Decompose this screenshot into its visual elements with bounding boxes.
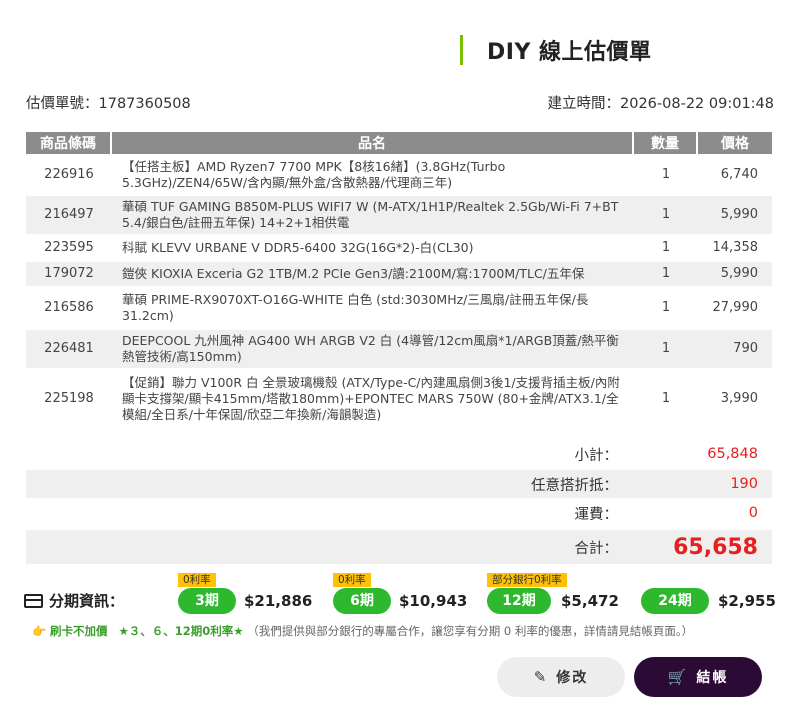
installment-amount: $21,886 <box>244 592 313 610</box>
installment-amount: $10,943 <box>399 592 468 610</box>
promo-note: 👉 刷卡不加價 ★３、６、12期0利率★ （我們提供與部分銀行的專屬合作，讓您享… <box>32 623 693 639</box>
table-row: 216497 華碩 TUF GAMING B850M-PLUS WIFI7 W … <box>26 196 772 234</box>
item-qty: 1 <box>634 196 698 234</box>
item-qty: 1 <box>634 262 698 286</box>
quote-items-table: 商品條碼 品名 數量 價格 226916 【任搭主板】AMD Ryzen7 77… <box>26 130 772 430</box>
page-title: DIY 線上估價單 <box>487 40 652 65</box>
pencil-icon: ✎ <box>533 668 549 686</box>
table-row: 226481 DEEPCOOL 九州風神 AG400 WH ARGB V2 白 … <box>26 330 772 368</box>
total-row: 合計： 65,658 <box>26 530 772 564</box>
zero-interest-tag: 0利率 <box>178 573 216 587</box>
edit-button[interactable]: ✎ 修改 <box>497 657 625 697</box>
item-name: 【促銷】聯力 V100R 白 全景玻璃機殼 (ATX/Type-C/內建風扇側3… <box>122 375 620 422</box>
total-value: 65,658 <box>673 534 758 560</box>
item-code: 225198 <box>44 391 94 406</box>
column-header-name: 品名 <box>112 132 634 154</box>
item-code: 226481 <box>26 330 112 368</box>
shipping-value: 0 <box>748 505 758 521</box>
promo-description: （我們提供與部分銀行的專屬合作，讓您享有分期 0 利率的優惠，詳情請見結帳頁面。… <box>247 624 694 638</box>
shipping-row: 運費： 0 <box>26 499 772 527</box>
item-code: 216497 <box>26 196 112 234</box>
installment-amount: $2,955 <box>718 592 776 610</box>
installment-term-pill: 6期 <box>333 588 391 614</box>
page-header: DIY 線上估價單 <box>460 34 652 66</box>
item-price: 14,358 <box>712 240 759 255</box>
subtotal-row: 小計： 65,848 <box>26 440 772 468</box>
discount-value: 190 <box>730 476 758 492</box>
item-name: 【任搭主板】AMD Ryzen7 7700 MPK【8核16緒】(3.8GHz(… <box>122 159 506 190</box>
total-label: 合計： <box>574 540 619 557</box>
quote-number-label: 估價單號： <box>26 96 99 112</box>
installment-label: 分期資訊： <box>49 592 125 610</box>
subtotal-label: 小計： <box>574 447 619 464</box>
table-row: 226916 【任搭主板】AMD Ryzen7 7700 MPK【8核16緒】(… <box>26 156 772 194</box>
quote-number: 估價單號：1787360508 <box>26 92 191 113</box>
installment-term-pill: 3期 <box>178 588 236 614</box>
promo-no-surcharge: 刷卡不加價 <box>49 624 108 638</box>
quote-number-value: 1787360508 <box>98 96 191 112</box>
column-header-price: 價格 <box>698 132 772 154</box>
item-name: 科賦 KLEVV URBANE V DDR5-6400 32G(16G*2)-白… <box>122 240 474 255</box>
credit-card-icon <box>24 593 43 608</box>
item-code: 226916 <box>44 167 94 182</box>
checkout-button-label: 結帳 <box>696 670 729 686</box>
table-row: 179072 鎧俠 KIOXIA Exceria G2 1TB/M.2 PCIe… <box>26 262 772 286</box>
item-price: 790 <box>698 330 772 368</box>
item-code: 216586 <box>44 300 94 315</box>
item-qty: 1 <box>661 240 671 255</box>
created-time: 建立時間：2026-08-22 09:01:48 <box>548 92 775 113</box>
discount-row: 任意搭折抵： 190 <box>26 470 772 498</box>
table-header-row: 商品條碼 品名 數量 價格 <box>26 132 772 154</box>
item-price: 3,990 <box>720 391 758 406</box>
subtotal-value: 65,848 <box>707 446 758 462</box>
shipping-label: 運費： <box>574 506 619 523</box>
column-header-qty: 數量 <box>634 132 698 154</box>
item-qty: 1 <box>661 391 671 406</box>
pointing-hand-icon: 👉 <box>32 624 47 638</box>
table-row: 216586 華碩 PRIME-RX9070XT-O16G-WHITE 白色 (… <box>26 288 772 328</box>
column-header-code: 商品條碼 <box>26 132 112 154</box>
promo-zero-interest: ★３、６、12期0利率★ <box>118 624 244 638</box>
item-code: 179072 <box>26 262 112 286</box>
item-code: 223595 <box>44 240 94 255</box>
item-price: 27,990 <box>712 300 759 315</box>
item-name: 鎧俠 KIOXIA Exceria G2 1TB/M.2 PCIe Gen3/讀… <box>112 262 634 286</box>
installment-term-pill: 12期 <box>487 588 551 614</box>
item-name: DEEPCOOL 九州風神 AG400 WH ARGB V2 白 (4導管/12… <box>112 330 634 368</box>
zero-interest-tag: 部分銀行0利率 <box>487 573 567 587</box>
item-qty: 1 <box>661 167 671 182</box>
installment-term-pill: 24期 <box>641 588 709 614</box>
discount-label: 任意搭折抵： <box>531 477 618 494</box>
item-qty: 1 <box>661 300 671 315</box>
item-name: 華碩 PRIME-RX9070XT-O16G-WHITE 白色 (std:303… <box>122 292 589 323</box>
installment-amount: $5,472 <box>561 592 619 610</box>
item-qty: 1 <box>634 330 698 368</box>
table-row: 225198 【促銷】聯力 V100R 白 全景玻璃機殼 (ATX/Type-C… <box>26 370 772 428</box>
created-time-label: 建立時間： <box>547 96 621 112</box>
item-price: 5,990 <box>698 196 772 234</box>
item-name: 華碩 TUF GAMING B850M-PLUS WIFI7 W (M-ATX/… <box>112 196 634 234</box>
created-time-value: 2026-08-22 09:01:48 <box>620 96 774 112</box>
installment-info: 分期資訊： <box>24 590 124 611</box>
zero-interest-tag: 0利率 <box>333 573 371 587</box>
item-price: 5,990 <box>698 262 772 286</box>
edit-button-label: 修改 <box>556 670 589 686</box>
table-row: 223595 科賦 KLEVV URBANE V DDR5-6400 32G(1… <box>26 236 772 260</box>
checkout-button[interactable]: 🛒 結帳 <box>634 657 762 697</box>
item-price: 6,740 <box>720 167 758 182</box>
title-accent-bar <box>460 35 463 65</box>
shopping-cart-icon: 🛒 <box>667 668 689 686</box>
